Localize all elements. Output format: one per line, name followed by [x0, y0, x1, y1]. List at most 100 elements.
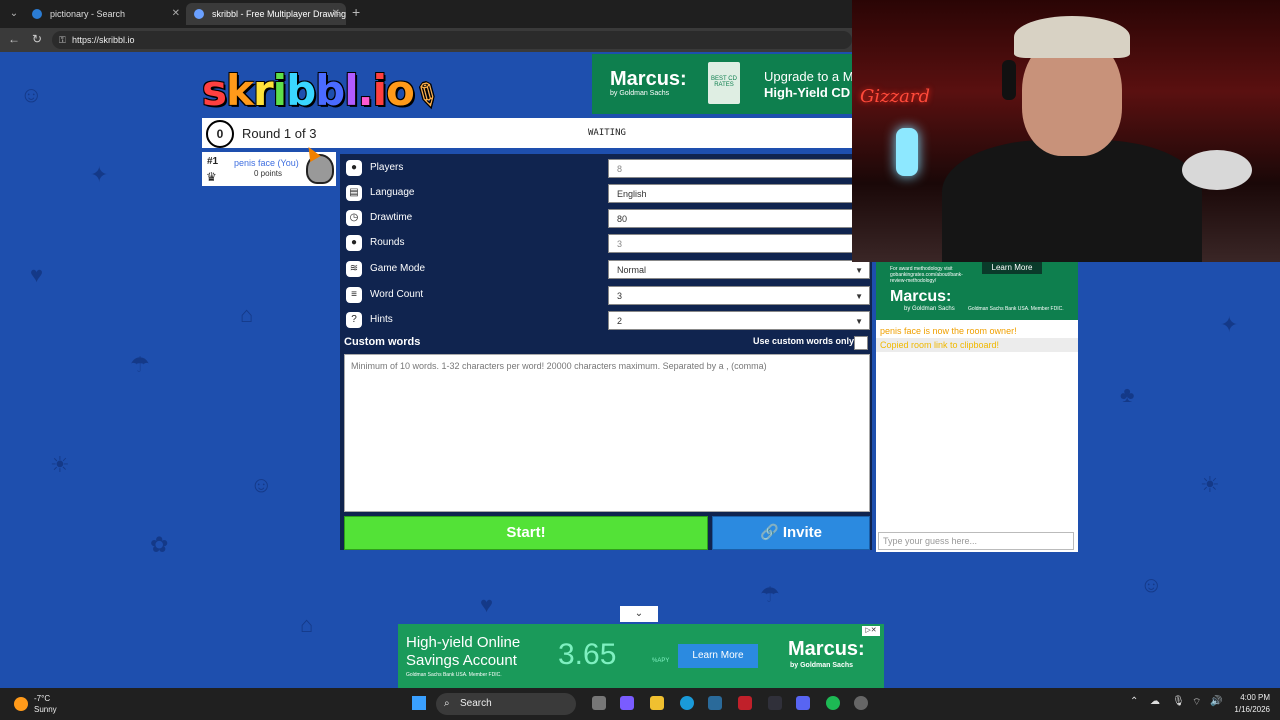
- chatgpt-icon[interactable]: [854, 696, 868, 710]
- app-icon[interactable]: [738, 696, 752, 710]
- site-info-icon[interactable]: ⚿: [59, 31, 66, 49]
- tab-label: pictionary - Search: [50, 9, 126, 19]
- language-icon: ▤: [346, 185, 362, 201]
- chat-panel: For award methodology visit gobankingrat…: [876, 262, 1078, 552]
- game-status: WAITING: [588, 128, 626, 138]
- spotify-icon[interactable]: [826, 696, 840, 710]
- owner-crown-icon: ♛: [206, 170, 217, 184]
- doodle-icon: ✦: [1220, 312, 1239, 337]
- players-icon: ●: [346, 160, 362, 176]
- mic-icon[interactable]: 🎙: [1172, 696, 1185, 707]
- ad-brand: Marcus:: [890, 288, 952, 305]
- custom-words-only-checkbox[interactable]: [854, 336, 868, 350]
- doodle-icon: ☺: [20, 82, 43, 107]
- skribbl-favicon-icon: [194, 9, 204, 19]
- volume-icon[interactable]: 🔊: [1210, 696, 1222, 707]
- bing-favicon-icon: [32, 9, 42, 19]
- obs-icon[interactable]: [768, 696, 782, 710]
- cloud-icon[interactable]: ☁: [1150, 696, 1160, 707]
- ad-close-icon[interactable]: ▷✕: [862, 626, 880, 636]
- hints-select[interactable]: 2 ▼: [608, 311, 870, 330]
- custom-words-textarea[interactable]: Minimum of 10 words. 1-32 characters per…: [344, 354, 870, 512]
- rounds-select[interactable]: 3: [608, 234, 870, 253]
- wifi-icon[interactable]: ⌔: [1192, 696, 1201, 709]
- skribbl-logo: skribbl.io✎: [202, 66, 446, 117]
- doodle-icon: ☀: [50, 452, 70, 477]
- word-count-select[interactable]: 3 ▼: [608, 286, 870, 305]
- app-icon[interactable]: [708, 696, 722, 710]
- chat-advertisement[interactable]: For award methodology visit gobankingrat…: [876, 262, 1078, 320]
- start-button[interactable]: Start!: [344, 516, 708, 550]
- weather-temp: -7°C: [34, 694, 51, 703]
- streamer-cap: [1014, 16, 1130, 58]
- custom-words-title: Custom words: [344, 336, 421, 348]
- player-points: 0 points: [254, 169, 283, 178]
- tray-chevron-icon[interactable]: ⌃: [1130, 696, 1138, 707]
- refresh-icon[interactable]: ↻: [32, 32, 42, 46]
- player-name: penis face (You): [234, 158, 299, 168]
- ad-brand: Marcus:: [788, 638, 865, 660]
- ad-text: Upgrade to a M High-Yield CD: [764, 69, 854, 100]
- chevron-down-icon: ▼: [855, 266, 863, 275]
- doodle-icon: ☂: [760, 582, 780, 607]
- setting-rounds: ● Rounds 3: [340, 231, 872, 255]
- setting-label: Language: [370, 187, 415, 198]
- copilot-icon[interactable]: [620, 696, 634, 710]
- search-icon: ⌕: [444, 698, 450, 709]
- setting-label: Players: [370, 162, 404, 173]
- ad-byline: by Goldman Sachs: [790, 662, 854, 669]
- file-explorer-icon[interactable]: [650, 696, 664, 710]
- players-select[interactable]: 8: [608, 159, 870, 178]
- bottom-advertisement[interactable]: High-yield Online Savings Account Goldma…: [398, 624, 884, 688]
- link-icon: 🔗: [759, 524, 783, 541]
- windows-start-icon[interactable]: [412, 696, 426, 710]
- weather-condition: Sunny: [34, 705, 57, 714]
- weather-sun-icon[interactable]: [14, 697, 28, 711]
- ad-byline: by Goldman Sachs: [904, 306, 955, 312]
- language-select[interactable]: English: [608, 184, 870, 203]
- microphone-light: [896, 128, 918, 176]
- edge-browser-icon[interactable]: [680, 696, 694, 710]
- ad-learn-more-button[interactable]: Learn More: [678, 644, 758, 668]
- clock-date[interactable]: 1/16/2026: [1226, 705, 1270, 714]
- chevron-down-icon: ⌄: [634, 608, 644, 619]
- setting-drawtime: ◷ Drawtime 80: [340, 206, 872, 230]
- lobby-settings-panel: ● Players 8 ▤ Language English ◷ Drawtim…: [340, 154, 872, 550]
- tab-pictionary-search[interactable]: pictionary - Search ✕: [24, 3, 186, 25]
- taskbar-search[interactable]: ⌕ Search: [436, 693, 576, 715]
- back-icon[interactable]: ←: [8, 32, 20, 46]
- word-count-icon: ≡: [346, 287, 362, 303]
- guess-input[interactable]: Type your guess here...: [878, 532, 1074, 550]
- chevron-down-icon: ▼: [855, 317, 863, 326]
- ad-learn-more-button[interactable]: Learn More: [982, 262, 1042, 274]
- ad-collapse-button[interactable]: ⌄: [620, 606, 658, 622]
- setting-label: Hints: [370, 314, 393, 325]
- doodle-icon: ✿: [150, 532, 169, 557]
- timer-clock-icon: 0: [206, 120, 234, 148]
- football-decor: [1182, 150, 1252, 190]
- ad-legal: Goldman Sachs Bank USA. Member FDIC.: [968, 306, 1064, 312]
- tab-skribbl[interactable]: skribbl - Free Multiplayer Drawing ✕: [186, 3, 346, 25]
- url-field[interactable]: ⚿ https://skribbl.io: [52, 31, 852, 49]
- ad-apy: %APY: [652, 658, 670, 664]
- setting-players: ● Players 8: [340, 156, 872, 180]
- invite-button[interactable]: 🔗 Invite: [712, 516, 870, 550]
- ad-badge: BEST CD RATES: [708, 62, 740, 104]
- ad-byline: by Goldman Sachs: [610, 90, 670, 97]
- clock-time[interactable]: 4:00 PM: [1226, 693, 1270, 702]
- discord-icon[interactable]: [796, 696, 810, 710]
- drawtime-select[interactable]: 80: [608, 209, 870, 228]
- top-advertisement[interactable]: Marcus: by Goldman Sachs BEST CD RATES U…: [592, 54, 854, 114]
- round-indicator: Round 1 of 3: [242, 126, 317, 141]
- doodle-icon: ✦: [90, 162, 109, 187]
- task-view-icon[interactable]: [592, 696, 606, 710]
- tab-list-dropdown[interactable]: ⌄: [6, 6, 22, 22]
- setting-game-mode: ≋ Game Mode Normal ▼: [340, 257, 872, 281]
- close-tab-icon[interactable]: ✕: [172, 3, 180, 25]
- game-mode-select[interactable]: Normal ▼: [608, 260, 870, 279]
- doodle-icon: ⌂: [240, 302, 254, 327]
- close-tab-icon[interactable]: ✕: [332, 3, 340, 25]
- setting-label: Rounds: [370, 237, 405, 248]
- new-tab-icon[interactable]: +: [352, 4, 360, 20]
- ad-fineprint: Goldman Sachs Bank USA. Member FDIC.: [406, 672, 502, 678]
